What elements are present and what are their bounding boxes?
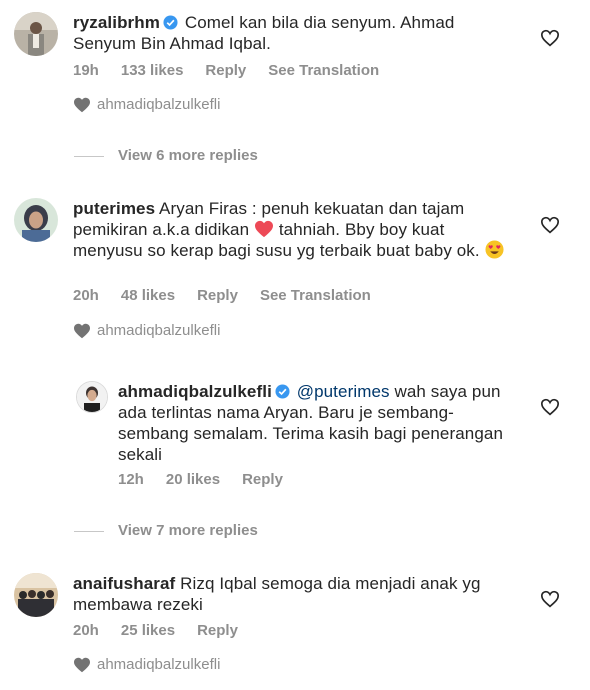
reply-text: ahmadiqbalzulkefli @puterimes wah saya p… (118, 381, 508, 465)
creator-liked: ahmadiqbalzulkefli (73, 656, 220, 674)
avatar-anaifusharaf[interactable] (14, 573, 58, 617)
see-translation-button[interactable]: See Translation (260, 287, 371, 304)
comment-username[interactable]: ryzalibrhm (73, 13, 160, 32)
comment-time: 19h (73, 62, 99, 79)
reply-button[interactable]: Reply (242, 471, 283, 488)
filled-heart-icon (74, 323, 90, 339)
view-more-replies-label[interactable]: View 6 more replies (118, 147, 258, 165)
comment-likes[interactable]: 48 likes (121, 287, 175, 304)
comment-text: puterimes Aryan Firas : penuh kekuatan d… (73, 198, 513, 261)
comment-meta: 19h 133 likes Reply See Translation (73, 62, 401, 80)
filled-heart-icon (74, 97, 90, 113)
reply-button[interactable]: Reply (197, 287, 238, 304)
comment-time: 20h (73, 622, 99, 639)
mention-link[interactable]: @puterimes (297, 382, 390, 401)
comment-text: anaifusharaf Rizq Iqbal semoga dia menja… (73, 573, 513, 615)
comment-meta: 12h 20 likes Reply (118, 471, 305, 489)
comment-likes[interactable]: 133 likes (121, 62, 184, 79)
comment-username[interactable]: puterimes (73, 199, 155, 218)
view-more-replies[interactable]: View 7 more replies (74, 522, 258, 540)
divider-line (74, 530, 104, 532)
like-heart-icon[interactable] (540, 398, 560, 416)
filled-heart-icon (74, 657, 90, 673)
liked-by-username: ahmadiqbalzulkefli (97, 322, 221, 339)
comment-username[interactable]: ahmadiqbalzulkefli (118, 382, 272, 401)
comment-likes[interactable]: 20 likes (166, 471, 220, 488)
like-heart-icon[interactable] (540, 216, 560, 234)
comment-username[interactable]: anaifusharaf (73, 574, 175, 593)
liked-by-username: ahmadiqbalzulkefli (97, 96, 221, 113)
liked-by-username: ahmadiqbalzulkefli (97, 656, 221, 673)
view-more-replies[interactable]: View 6 more replies (74, 147, 258, 165)
creator-liked: ahmadiqbalzulkefli (73, 322, 220, 340)
reply-button[interactable]: Reply (205, 62, 246, 79)
comment-text: ryzalibrhm Comel kan bila dia senyum. Ah… (73, 12, 513, 54)
view-more-replies-label[interactable]: View 7 more replies (118, 522, 258, 540)
like-heart-icon[interactable] (540, 590, 560, 608)
comment-likes[interactable]: 25 likes (121, 622, 175, 639)
red-heart-emoji (255, 220, 273, 238)
see-translation-button[interactable]: See Translation (268, 62, 379, 79)
verified-badge-icon (275, 384, 290, 399)
verified-badge-icon (163, 15, 178, 30)
creator-liked: ahmadiqbalzulkefli (73, 96, 220, 114)
comment-time: 20h (73, 287, 99, 304)
avatar-ryzalibrhm[interactable] (14, 12, 58, 56)
reply-button[interactable]: Reply (197, 622, 238, 639)
comment-time: 12h (118, 471, 144, 488)
comment-meta: 20h 48 likes Reply See Translation (73, 287, 393, 305)
comment-meta: 20h 25 likes Reply (73, 622, 260, 640)
avatar-ahmadiqbalzulkefli[interactable] (76, 381, 108, 413)
divider-line (74, 155, 104, 157)
heart-eyes-emoji (485, 240, 504, 259)
avatar-puterimes[interactable] (14, 198, 58, 242)
like-heart-icon[interactable] (540, 29, 560, 47)
